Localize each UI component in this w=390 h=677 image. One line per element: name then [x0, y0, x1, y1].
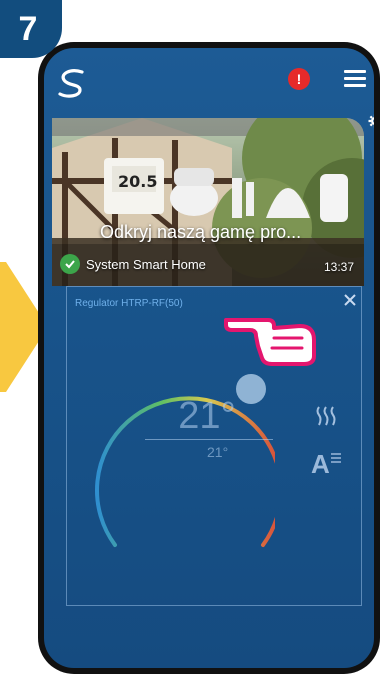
svg-text:20.5: 20.5	[118, 172, 157, 191]
heat-waves-icon	[316, 406, 336, 426]
app-screen: ! 20.5 Odkryj naszą gamę pro... System S…	[44, 48, 374, 668]
pointing-hand-icon	[224, 318, 316, 366]
check-icon	[60, 254, 80, 274]
step-number-badge: 7	[0, 0, 62, 58]
temperature-gauge-arc[interactable]	[85, 335, 275, 575]
set-temperature: 21°	[207, 444, 229, 460]
banner-subtitle: System Smart Home	[86, 257, 206, 272]
promo-banner[interactable]: 20.5 Odkryj naszą gamę pro... System Sma…	[52, 118, 364, 286]
schedule-lines-icon	[331, 453, 341, 463]
auto-mode-indicator: A	[311, 449, 330, 479]
hamburger-menu-icon[interactable]	[344, 70, 366, 88]
salus-logo-icon[interactable]	[56, 66, 88, 102]
app-header: !	[44, 48, 374, 118]
device-name-label: Regulator HTRP-RF(50)	[75, 298, 183, 309]
notification-alert-badge[interactable]: !	[288, 68, 310, 90]
banner-title: Odkryj naszą gamę pro...	[100, 222, 302, 242]
current-temperature: 21°	[178, 395, 236, 437]
close-icon[interactable]	[343, 293, 357, 307]
gear-icon[interactable]	[368, 114, 374, 128]
temperature-divider	[145, 439, 273, 440]
banner-timestamp: 13:37	[323, 260, 354, 274]
